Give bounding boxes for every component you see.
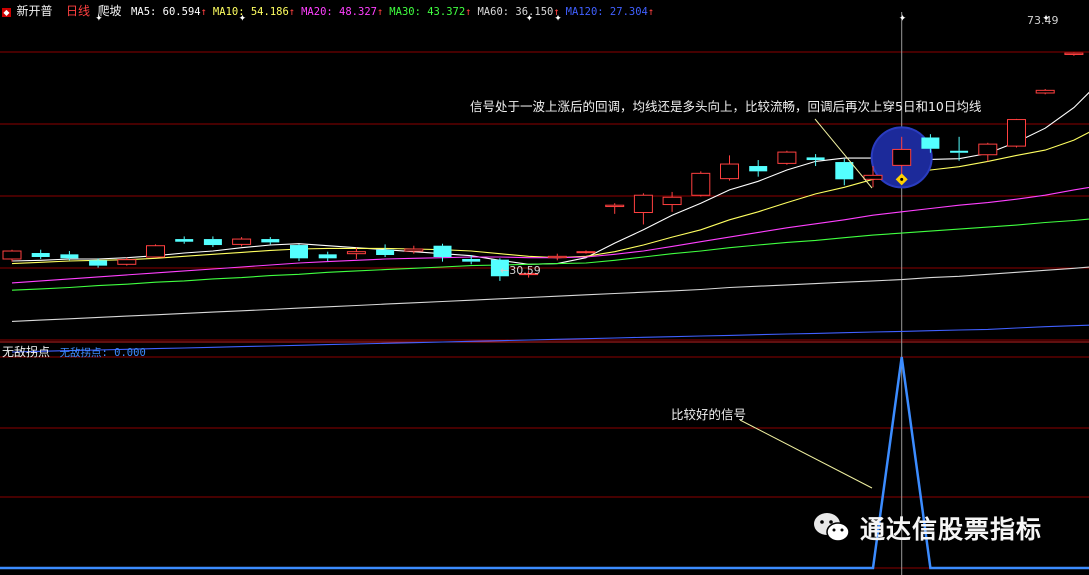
- ma-values-row: MA5: 60.594↑ MA10: 54.186↑ MA20: 48.327↑ MA…: [125, 5, 654, 18]
- ma-label-3: MA30: 43.372: [389, 6, 466, 18]
- sub-annotation: 比较好的信号: [671, 407, 747, 422]
- sub-panel-header: 无敌拐点 无敌拐点: 0.000: [2, 343, 146, 359]
- low-price-label: ←30.59: [500, 264, 541, 277]
- ma-label-2: MA20: 48.327: [301, 6, 377, 18]
- candle: [433, 243, 452, 262]
- candle-body: [576, 251, 596, 254]
- top-marker: ✦: [899, 14, 907, 24]
- main-annotation: 信号处于一波上涨后的回调，均线还是多头向上，比较流畅，回调后再次上穿5日和10日…: [470, 99, 982, 114]
- moving-average-lines: [11, 91, 1089, 353]
- candle-body: [547, 255, 567, 259]
- stock-icon: ◆: [2, 7, 11, 17]
- stock-title[interactable]: 新开普: [17, 4, 53, 18]
- candle: [547, 253, 567, 261]
- candle-body: [346, 251, 366, 255]
- candle-body: [720, 163, 739, 180]
- candle-body: [175, 239, 194, 242]
- candle: [806, 154, 825, 167]
- candle: [633, 193, 653, 225]
- chart-canvas[interactable]: ✦ ✦ ✦ ✦ ✦ ✦: [0, 0, 1089, 575]
- candle: [318, 251, 337, 261]
- candle-body: [203, 239, 222, 246]
- up-arrow-icon: ↑: [465, 6, 472, 18]
- ma-label-0: MA5: 60.594: [131, 6, 201, 18]
- candle-body: [605, 204, 625, 208]
- candle-body: [1035, 89, 1055, 94]
- candle: [1007, 118, 1026, 148]
- candle-body: [404, 248, 424, 252]
- candle-body: [462, 258, 481, 262]
- ma-line-ma60: [11, 266, 1089, 322]
- sub-panel-title[interactable]: 无敌拐点: [2, 345, 50, 359]
- period-label[interactable]: 日线: [66, 4, 90, 18]
- candle-body: [1064, 52, 1084, 55]
- candle-body: [835, 162, 854, 180]
- candle-body: [978, 143, 998, 156]
- candle: [576, 250, 596, 254]
- annotation-leader: [739, 419, 873, 489]
- candle: [290, 244, 308, 261]
- candle-body: [318, 254, 337, 259]
- candle-body: [806, 157, 825, 161]
- watermark-text: 通达信股票指标: [860, 515, 1043, 544]
- wechat-icon: [814, 513, 850, 542]
- candle: [691, 171, 711, 197]
- candle: [376, 244, 395, 257]
- candle-body: [777, 151, 797, 164]
- candle: [175, 236, 194, 244]
- candle: [978, 142, 998, 162]
- candle-body: [1007, 119, 1026, 147]
- up-arrow-icon: ↑: [647, 6, 655, 18]
- candle-body: [89, 260, 108, 266]
- candle: [1035, 89, 1055, 95]
- candle-body: [892, 148, 912, 166]
- candle-body: [950, 150, 969, 153]
- up-arrow-icon: ↑: [288, 6, 296, 18]
- candle-body: [863, 174, 883, 180]
- candle: [777, 150, 797, 165]
- high-price-label: 73.49: [1027, 14, 1059, 27]
- candle: [749, 160, 768, 177]
- candle: [605, 203, 625, 214]
- candle-body: [232, 238, 252, 245]
- marker-dot: [900, 177, 904, 181]
- up-arrow-icon: ↑: [376, 6, 384, 18]
- candle: [232, 237, 252, 247]
- candle: [346, 247, 366, 259]
- annotation-layer: ✦ ✦ ✦ ✦ ✦ ✦: [95, 14, 1050, 489]
- candle-body: [290, 245, 308, 259]
- up-arrow-icon: ↑: [200, 6, 207, 18]
- candle: [261, 237, 280, 245]
- candle-body: [117, 259, 137, 265]
- ma-label-5: MA120: 27.304: [565, 6, 648, 18]
- candle-body: [2, 250, 22, 260]
- candle-body: [376, 249, 395, 256]
- watermark: 通达信股票指标: [812, 508, 1042, 548]
- candle-body: [261, 239, 280, 243]
- candle: [31, 249, 50, 259]
- up-arrow-icon: ↑: [553, 6, 560, 18]
- candle: [662, 191, 682, 212]
- candle: [203, 236, 222, 248]
- candle-body: [60, 254, 79, 259]
- indicator-name[interactable]: 爬坡: [98, 4, 122, 18]
- ma-line-ma120: [11, 324, 1089, 353]
- candle: [720, 155, 739, 181]
- candle-body: [146, 245, 165, 258]
- ma-label-4: MA60: 36.150: [477, 6, 554, 18]
- ma-label-1: MA10: 54.186: [212, 6, 289, 18]
- candle: [146, 244, 165, 258]
- candle: [2, 249, 22, 262]
- main-header: ◆ 新开普 日线 爬坡 MA5: 60.594↑ MA10: 54.186↑ MA2…: [2, 2, 654, 18]
- sub-panel-value: 无敌拐点: 0.000: [59, 347, 146, 359]
- candle-body: [662, 196, 682, 206]
- candle-body: [633, 194, 653, 214]
- candle-body: [921, 137, 940, 149]
- candle: [1064, 52, 1084, 56]
- candle-body: [691, 172, 711, 196]
- candle-body: [749, 166, 768, 172]
- candle-body: [433, 245, 452, 257]
- candle-body: [31, 253, 50, 257]
